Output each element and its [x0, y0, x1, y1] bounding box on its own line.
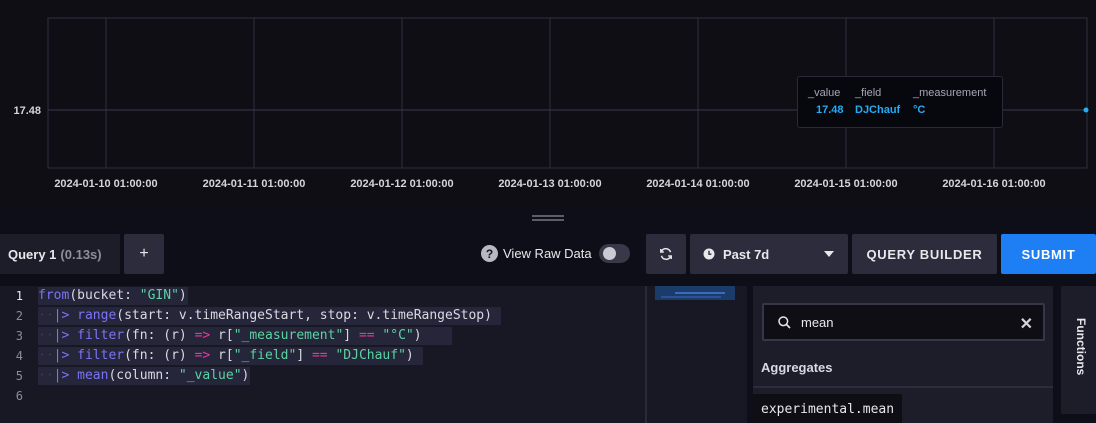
hover-tooltip: _value _field _measurement 17.48 DJChauf…	[797, 76, 1003, 128]
view-raw-data-control: ? View Raw Data	[481, 244, 630, 263]
toggle-knob	[602, 247, 616, 260]
function-search-value: mean	[801, 314, 834, 330]
function-category-heading: Aggregates	[761, 360, 833, 375]
search-icon	[778, 315, 791, 329]
code-line-1: from(bucket: "GIN")	[38, 288, 187, 303]
function-search-field[interactable]: mean ✕	[762, 303, 1045, 341]
tooltip-header-value: _value	[808, 87, 841, 99]
tooltip-field: DJChauf	[855, 104, 901, 116]
tooltip-value: 17.48	[816, 104, 844, 116]
x-tick-label: 2024-01-14 01:00:00	[646, 178, 749, 190]
tooltip-header-measurement: _measurement	[913, 87, 987, 99]
submit-button[interactable]: SUBMIT	[1001, 234, 1096, 274]
query-tab[interactable]: Query 1 (0.13s)	[0, 234, 120, 274]
refresh-icon	[660, 247, 672, 261]
query-time: (0.13s)	[60, 246, 102, 262]
editor-divider	[645, 286, 647, 423]
code-line-4: ··|> filter(fn: (r) => r["_field"] == "D…	[38, 348, 414, 363]
y-tick-label: 17.48	[13, 105, 41, 117]
help-icon[interactable]: ?	[481, 245, 498, 262]
close-icon[interactable]: ✕	[1020, 314, 1033, 334]
divider	[753, 386, 1053, 388]
x-tick-label: 2024-01-12 01:00:00	[350, 178, 453, 190]
line-number: 6	[15, 389, 23, 403]
line-number: 4	[15, 349, 23, 363]
clock-icon	[703, 248, 715, 260]
chevron-down-icon	[824, 251, 834, 257]
data-point	[1083, 107, 1089, 113]
tooltip-header-field: _field	[855, 87, 882, 99]
line-number: 2	[15, 309, 23, 323]
x-tick-label: 2024-01-11 01:00:00	[203, 178, 306, 190]
panel-resize-handle[interactable]	[532, 215, 564, 221]
code-minimap[interactable]	[655, 286, 735, 300]
line-number: 1	[15, 289, 23, 303]
add-query-button[interactable]: +	[124, 234, 164, 274]
line-number-gutter: 1 2 3 4 5 6	[0, 286, 36, 423]
functions-tab-label: Functions	[1074, 318, 1088, 376]
x-tick-label: 2024-01-10 01:00:00	[54, 178, 157, 190]
code-line-3: ··|> filter(fn: (r) => r["_measurement"]…	[38, 328, 422, 343]
line-number: 3	[15, 329, 23, 343]
x-tick-label: 2024-01-13 01:00:00	[498, 178, 601, 190]
time-range-label: Past 7d	[723, 246, 770, 262]
refresh-button[interactable]	[646, 234, 686, 274]
line-number: 5	[15, 369, 23, 383]
x-tick-label: 2024-01-16 01:00:00	[942, 178, 1045, 190]
code-line-2: ··|> range(start: v.timeRangeStart, stop…	[38, 308, 492, 323]
flux-code-editor[interactable]: 1 2 3 4 5 6 from(bucket: "GIN") ··|> ran…	[0, 286, 747, 423]
query-tab-label: Query 1	[8, 246, 57, 262]
functions-side-tab[interactable]: Functions	[1061, 286, 1096, 414]
function-list-item[interactable]: experimental.mean	[753, 394, 903, 423]
code-line-5: ··|> mean(column: "_value")	[38, 368, 250, 383]
query-builder-button[interactable]: QUERY BUILDER	[852, 234, 997, 274]
tooltip-measurement: °C	[913, 104, 926, 116]
functions-panel: mean ✕ Aggregates experimental.mean	[753, 286, 1053, 423]
view-raw-data-toggle[interactable]	[598, 244, 630, 263]
view-raw-data-label: View Raw Data	[503, 246, 592, 261]
graph-panel: 2024-01-10 01:00:00 2024-01-11 01:00:00 20…	[0, 0, 1096, 206]
x-tick-label: 2024-01-15 01:00:00	[794, 178, 897, 190]
time-range-dropdown[interactable]: Past 7d	[690, 234, 848, 274]
